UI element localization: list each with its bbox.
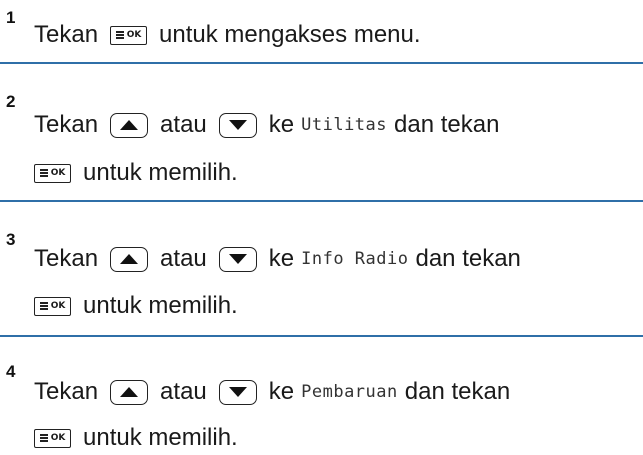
step-text: Tekan xyxy=(34,378,99,405)
separator xyxy=(0,200,643,202)
step-text: untuk memilih. xyxy=(83,159,238,186)
up-arrow-key-icon xyxy=(110,112,149,138)
step-text: dan tekan xyxy=(394,111,500,138)
step-number: 3 xyxy=(6,230,16,249)
step-3-line-1: Tekan atau ke Info Radio dan tekan xyxy=(34,244,521,274)
step-number: 2 xyxy=(6,92,16,111)
separator xyxy=(0,62,643,64)
step-number: 4 xyxy=(6,362,16,381)
step-text: ke xyxy=(268,245,295,272)
step-text: ke xyxy=(268,111,295,138)
step-text: dan tekan xyxy=(415,245,521,272)
menu-ok-key-icon: OK xyxy=(34,428,71,448)
ok-key-label: OK xyxy=(50,433,66,443)
step-3-line-2: OK untuk memilih. xyxy=(34,291,238,321)
step-text: Tekan xyxy=(34,111,99,138)
menu-target: Pembaruan xyxy=(301,382,398,402)
step-4-line-1: Tekan atau ke Pembaruan dan tekan xyxy=(34,377,510,407)
step-text: atau xyxy=(160,245,207,272)
menu-target: Info Radio xyxy=(301,249,409,269)
down-arrow-key-icon xyxy=(218,246,257,272)
step-text: untuk memilih. xyxy=(83,424,238,451)
menu-target: Utilitas xyxy=(301,115,388,135)
menu-ok-key-icon: OK xyxy=(34,163,71,183)
step-2-line-2: OK untuk memilih. xyxy=(34,158,238,188)
menu-ok-key-icon: OK xyxy=(34,296,71,316)
step-number: 1 xyxy=(6,8,16,27)
step-text: untuk mengakses menu. xyxy=(159,21,421,48)
ok-key-label: OK xyxy=(126,30,142,40)
step-text: ke xyxy=(268,378,295,405)
ok-key-label: OK xyxy=(50,301,66,311)
down-arrow-key-icon xyxy=(218,379,257,405)
down-arrow-key-icon xyxy=(218,112,257,138)
ok-key-label: OK xyxy=(50,168,66,178)
menu-ok-key-icon: OK xyxy=(110,25,148,45)
separator xyxy=(0,335,643,337)
step-1-line: Tekan OK untuk mengakses menu. xyxy=(34,20,421,50)
step-text: Tekan xyxy=(34,21,99,48)
step-text: atau xyxy=(160,111,207,138)
step-text: dan tekan xyxy=(404,378,511,405)
up-arrow-key-icon xyxy=(110,246,149,272)
step-text: atau xyxy=(160,378,207,405)
step-text: untuk memilih. xyxy=(83,292,238,319)
up-arrow-key-icon xyxy=(110,379,149,405)
step-2-line-1: Tekan atau ke Utilitas dan tekan xyxy=(34,110,499,140)
step-4-line-2: OK untuk memilih. xyxy=(34,423,238,453)
step-text: Tekan xyxy=(34,245,99,272)
